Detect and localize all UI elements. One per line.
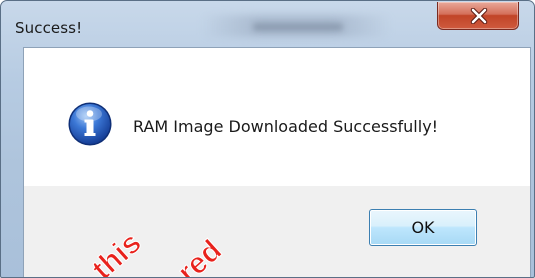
message-text: RAM Image Downloaded Successfully! <box>133 117 439 136</box>
ok-button[interactable]: OK <box>369 209 477 246</box>
button-bar: OK <box>23 186 531 277</box>
message-area: RAM Image Downloaded Successfully! <box>23 47 531 186</box>
dialog-window: Success! RAM Image Downloaded Successful… <box>0 0 535 278</box>
background-blur-text <box>253 23 343 31</box>
window-title: Success! <box>15 19 83 37</box>
close-icon <box>470 8 488 24</box>
info-icon <box>68 102 112 146</box>
close-button[interactable] <box>437 2 519 30</box>
